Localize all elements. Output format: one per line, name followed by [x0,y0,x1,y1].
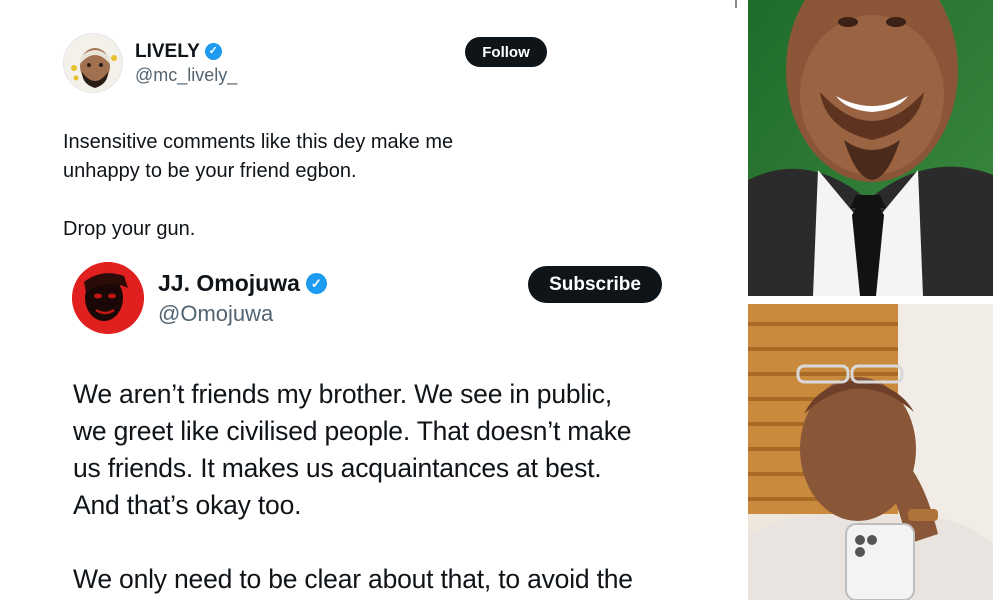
quoted-author-name-block: JJ. Omojuwa ✓ @Omojuwa [158,270,327,327]
post-body: Insensitive comments like this dey make … [63,128,453,244]
quoted-post-author-header[interactable]: JJ. Omojuwa ✓ @Omojuwa [72,262,327,334]
post-card: LIVELY ✓ @mc_lively_ Follow Insensitive … [0,0,735,600]
man-with-phone-photo [748,304,993,600]
quoted-author-name[interactable]: JJ. Omojuwa [158,270,300,297]
author-handle[interactable]: @mc_lively_ [135,65,237,86]
author-avatar[interactable] [63,33,123,93]
post-paragraph: Drop your gun. [63,218,196,240]
verified-badge-icon: ✓ [204,43,222,60]
follow-button[interactable]: Follow [465,37,547,67]
author-name-row: LIVELY ✓ [135,41,237,63]
post-author-header[interactable]: LIVELY ✓ @mc_lively_ [63,33,237,93]
avatar-portrait-icon [72,262,144,334]
quoted-post-paragraph: We aren’t friends my brother. We see in … [73,379,632,520]
photo-man-in-suit[interactable] [748,0,993,296]
subscribe-button[interactable]: Subscribe [528,266,662,303]
smiling-man-photo [748,0,993,296]
avatar-illustration-icon [64,34,122,92]
verified-badge-icon: ✓ [305,272,327,294]
author-name[interactable]: LIVELY [135,41,200,63]
photo-man-with-phone[interactable] [748,304,993,600]
post-paragraph: Insensitive comments like this dey make … [63,131,454,182]
edge-divider [735,0,737,8]
author-name-block: LIVELY ✓ @mc_lively_ [135,41,237,86]
quoted-author-avatar[interactable] [72,262,144,334]
quoted-author-name-row: JJ. Omojuwa ✓ [158,270,327,297]
quoted-post-body: We aren’t friends my brother. We see in … [73,376,633,598]
quoted-author-handle[interactable]: @Omojuwa [158,301,327,327]
quoted-post-paragraph: We only need to be clear about that, to … [73,564,633,594]
